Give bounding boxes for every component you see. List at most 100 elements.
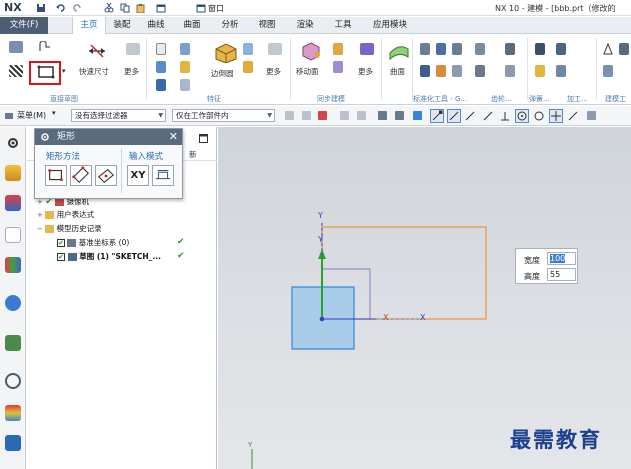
revolve-icon[interactable]	[156, 61, 166, 73]
filter-tool-icon[interactable]	[587, 111, 596, 120]
unite-icon[interactable]	[180, 43, 190, 55]
edge-blend-icon[interactable]	[212, 41, 238, 63]
parameter-mode-icon[interactable]	[152, 165, 174, 186]
history-icon[interactable]	[5, 335, 21, 351]
reuse-library-icon[interactable]	[5, 257, 21, 273]
tab-surface[interactable]: 曲面	[176, 17, 208, 34]
rect-by-3-points-icon[interactable]	[70, 165, 92, 186]
tree-item-user-expressions[interactable]: + 用户表达式	[37, 209, 94, 221]
move-face-icon[interactable]	[300, 41, 322, 61]
sync-more-icon[interactable]	[360, 43, 374, 55]
dialog-title-bar[interactable]: 矩形 ✕	[35, 129, 182, 145]
filter-tool-icon[interactable]	[340, 111, 349, 120]
tree-item-sketch[interactable]: ✔ 草图 (1) "SKETCH_...	[57, 251, 161, 263]
offset-region-icon[interactable]	[333, 61, 343, 73]
filter-tool-icon[interactable]	[395, 111, 404, 120]
filter-tool-icon[interactable]	[302, 111, 311, 120]
process-studio-icon[interactable]	[5, 435, 21, 451]
tree-item-model-history[interactable]: − 模型历史记录	[37, 223, 102, 235]
tab-home[interactable]: 主页	[72, 17, 106, 34]
snap-midpoint-icon[interactable]	[447, 109, 461, 123]
shell-icon[interactable]	[243, 61, 253, 73]
edge-blend-label[interactable]: 边倒圆	[211, 68, 234, 79]
more-feature-label[interactable]: 更多	[266, 66, 281, 77]
tab-analysis[interactable]: 分析	[214, 17, 246, 34]
snap-control-icon[interactable]	[464, 110, 476, 122]
gear-icon[interactable]	[5, 135, 21, 151]
menu-button[interactable]: 菜单(M)	[17, 110, 46, 121]
more-sketch-label[interactable]: 更多	[124, 66, 139, 77]
snap-cube-icon[interactable]	[413, 111, 422, 120]
surface-icon[interactable]	[388, 41, 410, 61]
constraints-icon[interactable]	[126, 43, 140, 55]
copy-icon[interactable]	[120, 3, 130, 13]
triangle-icon[interactable]	[603, 43, 613, 55]
graphics-window[interactable]: Y Y X X Y	[218, 127, 631, 469]
snap-perpendicular-icon[interactable]	[499, 110, 511, 122]
sketch-icon[interactable]	[9, 41, 23, 53]
menu-dropdown-arrow[interactable]: ▾	[52, 109, 56, 117]
extrude-icon[interactable]	[156, 43, 166, 55]
height-input[interactable]: 55	[547, 268, 576, 281]
hole-icon[interactable]	[156, 79, 166, 91]
spring-icon[interactable]	[505, 65, 515, 77]
cut-icon[interactable]	[104, 3, 114, 13]
redo-icon[interactable]	[72, 3, 82, 13]
tab-render[interactable]: 渲染	[289, 17, 321, 34]
gear-icon[interactable]	[475, 65, 485, 77]
snap-quadrant-icon[interactable]	[533, 110, 545, 122]
xy-input-button[interactable]: XY	[127, 165, 149, 186]
tab-view[interactable]: 视图	[251, 17, 283, 34]
snap-line-icon[interactable]	[567, 110, 579, 122]
selection-filter-select[interactable]: 没有选择过滤器 ▼	[71, 109, 166, 122]
std-part-icon[interactable]	[420, 43, 430, 55]
save-icon[interactable]	[36, 3, 46, 13]
tab-file[interactable]: 文件(F)	[0, 17, 48, 34]
snap-intersection-icon[interactable]	[482, 110, 494, 122]
snap-center-icon[interactable]	[515, 109, 529, 123]
window-menu[interactable]: 窗口	[208, 3, 224, 14]
tab-curve[interactable]: 曲线	[140, 17, 172, 34]
machining-icon[interactable]	[556, 43, 566, 55]
tab-tools[interactable]: 工具	[327, 17, 359, 34]
filter-tool-icon[interactable]	[285, 111, 294, 120]
machining-icon[interactable]	[535, 65, 545, 77]
snap-point-icon[interactable]	[549, 109, 563, 123]
machining-icon[interactable]	[535, 43, 545, 55]
paste-icon[interactable]	[136, 3, 146, 13]
maximize-icon[interactable]	[199, 134, 208, 143]
modeling-tool-icon[interactable]	[619, 43, 629, 55]
rectangle-dropdown-arrow[interactable]: ▾	[62, 67, 66, 75]
std-part-icon[interactable]	[452, 65, 462, 77]
filter-tool-icon[interactable]	[318, 111, 327, 120]
tab-assembly[interactable]: 装配	[106, 17, 138, 34]
more-sync-label[interactable]: 更多	[358, 66, 373, 77]
intersect-icon[interactable]	[180, 79, 190, 91]
rect-by-2-points-icon[interactable]	[45, 165, 67, 186]
subtract-icon[interactable]	[180, 61, 190, 73]
width-input[interactable]: 100	[547, 252, 576, 265]
chamfer-icon[interactable]	[243, 43, 253, 55]
pull-face-icon[interactable]	[333, 43, 343, 55]
constraint-navigator-icon[interactable]	[5, 195, 21, 211]
more-feature-icon[interactable]	[268, 43, 282, 55]
spring-icon[interactable]	[505, 43, 515, 55]
undo-icon[interactable]	[56, 3, 66, 13]
modeling-tool-icon[interactable]	[603, 65, 613, 77]
gear-icon[interactable]	[40, 132, 50, 142]
clock-icon[interactable]	[5, 373, 21, 389]
quick-dimension-label[interactable]: 快速尺寸	[79, 66, 109, 77]
scope-select[interactable]: 仅在工作部件内 ▼	[172, 109, 275, 122]
rect-from-center-icon[interactable]	[95, 165, 117, 186]
part-navigator-icon[interactable]	[5, 227, 21, 243]
std-part-icon[interactable]	[420, 65, 430, 77]
snap-endpoint-icon[interactable]	[430, 109, 444, 123]
gear-icon[interactable]	[475, 43, 485, 55]
profile-icon[interactable]	[38, 41, 52, 53]
window-icon[interactable]	[156, 3, 166, 13]
close-icon[interactable]: ✕	[169, 129, 178, 145]
std-part-icon[interactable]	[436, 65, 446, 77]
finish-sketch-icon[interactable]	[9, 65, 23, 77]
machining-icon[interactable]	[556, 65, 566, 77]
assembly-navigator-icon[interactable]	[5, 165, 21, 181]
